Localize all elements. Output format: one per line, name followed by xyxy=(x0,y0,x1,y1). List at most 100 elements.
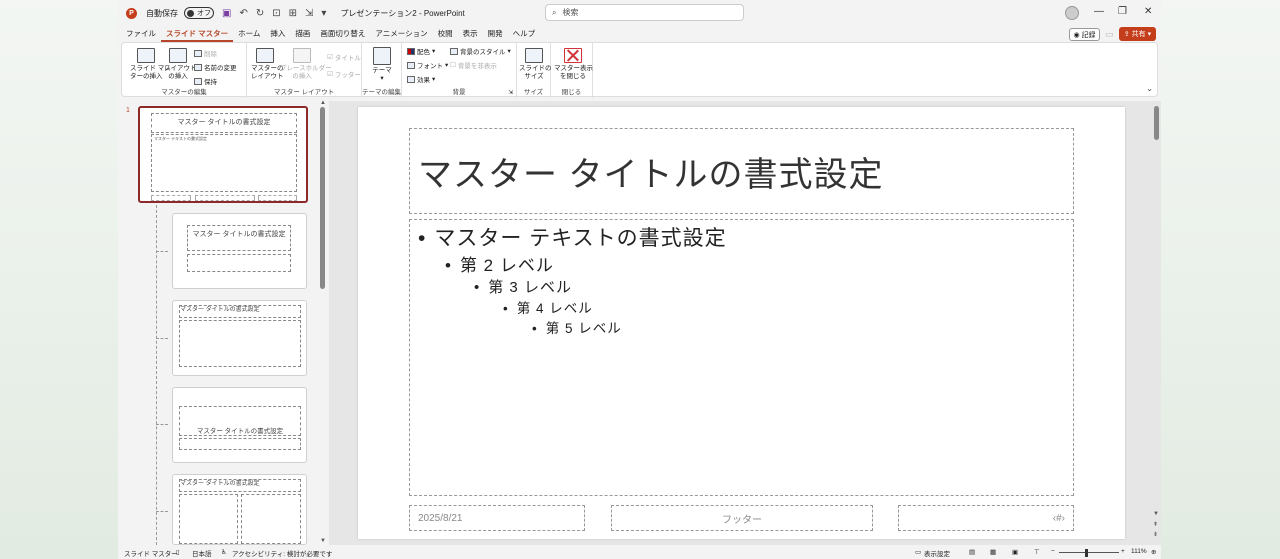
ribbon-collapse-icon[interactable]: ⌄ xyxy=(1146,84,1153,93)
record-button[interactable]: ◉ 記録 xyxy=(1069,28,1100,41)
editor-scrollbar[interactable]: ▼ ⇞ ⇟ xyxy=(1152,101,1161,545)
tab-4[interactable]: 描画 xyxy=(290,26,315,42)
fonts-button[interactable]: フォント ▾ xyxy=(407,60,448,70)
zoom-slider[interactable] xyxy=(1059,552,1119,553)
rename-button[interactable]: 名前の変更 xyxy=(194,62,237,72)
zoom-level[interactable]: 111% xyxy=(1131,548,1147,555)
group-label-master-layout: マスター レイアウト xyxy=(273,89,335,96)
body-placeholder[interactable]: • マスター テキストの書式設定 • 第 2 レベル • 第 3 レベル • 第 4 レ… xyxy=(409,219,1074,496)
thumbnail-slide-master[interactable]: マスター タイトルの書式設定 マスター テキストの書式設定 xyxy=(138,106,308,203)
save-icon[interactable]: ▣ xyxy=(222,8,231,19)
thumbnail-scrollbar[interactable]: ▲ ▼ xyxy=(319,100,326,545)
zoom-in-icon[interactable]: + xyxy=(1121,548,1125,555)
checkbox-icon: ☑ xyxy=(327,71,333,78)
slide-number-placeholder[interactable]: ‹#› xyxy=(898,505,1074,531)
thumbnail-layout-two-content[interactable]: マスター タイトルの書式設定 xyxy=(172,474,307,545)
themes-icon xyxy=(373,47,391,65)
title-placeholder[interactable]: マスター タイトルの書式設定 xyxy=(409,128,1074,214)
language-label[interactable]: 日本語 xyxy=(192,548,212,558)
present-icon[interactable]: ⊡ xyxy=(272,8,280,19)
tab-9[interactable]: 開発 xyxy=(483,26,508,42)
bullet-icon: • xyxy=(532,321,538,336)
zoom-out-icon[interactable]: − xyxy=(1051,548,1055,555)
scroll-down-icon[interactable]: ▼ xyxy=(320,538,326,544)
tab-2[interactable]: ホーム xyxy=(233,26,265,42)
tree-branch xyxy=(156,338,168,339)
view-mode-label: スライド マスター xyxy=(124,551,178,558)
account-avatar[interactable] xyxy=(1065,6,1079,20)
next-slide-icon[interactable]: ⇟ xyxy=(1153,531,1158,538)
display-settings-icon[interactable]: ▭ xyxy=(915,548,921,556)
thumb-footer xyxy=(151,195,191,201)
bg-styles-label: 背景のスタイル xyxy=(460,49,506,56)
format-painter-icon[interactable]: ⇲ xyxy=(305,8,313,19)
autosave-toggle[interactable]: オフ xyxy=(184,7,214,19)
previous-slide-icon[interactable]: ⇞ xyxy=(1153,521,1158,528)
tab-0[interactable]: ファイル xyxy=(121,26,161,42)
footer-checkbox[interactable]: ☑ フッター xyxy=(327,69,361,79)
scroll-down-icon[interactable]: ▼ xyxy=(1153,511,1159,517)
slide-size-icon xyxy=(525,48,543,63)
bullet-icon: • xyxy=(445,256,452,275)
chevron-down-icon: ▾ xyxy=(380,75,384,82)
preserve-button[interactable]: 保持 xyxy=(194,76,217,86)
fit-slide-icon[interactable]: ⊕ xyxy=(1151,548,1156,556)
insert-slide-master-button[interactable]: スライド マス ターの挿入 xyxy=(130,48,171,81)
colors-button[interactable]: 配色 ▾ xyxy=(407,46,435,56)
master-layout-button[interactable]: マスターの レイアウト xyxy=(251,48,284,81)
accessibility-label[interactable]: アクセシビリティ: 検討が必要です xyxy=(232,548,332,558)
tab-3[interactable]: 挿入 xyxy=(265,26,290,42)
close-master-view-button[interactable]: マスター表示 を閉じる xyxy=(554,48,593,81)
scroll-up-icon[interactable]: ▲ xyxy=(320,100,326,106)
title-check-label: タイトル xyxy=(334,55,361,62)
accessibility-icon[interactable]: ♿ xyxy=(221,548,227,556)
effects-button[interactable]: 効果 ▾ xyxy=(407,74,435,84)
thumbnail-layout-section[interactable]: マスター タイトルの書式設定 xyxy=(172,387,307,463)
date-placeholder[interactable]: 2025/8/21 xyxy=(409,505,585,531)
background-styles-button[interactable]: 背景のスタイル ▾ xyxy=(450,46,511,56)
title-checkbox[interactable]: ☑ タイトル xyxy=(327,52,361,62)
tab-8[interactable]: 表示 xyxy=(458,26,483,42)
slide-number: 1 xyxy=(126,107,130,114)
powerpoint-window: P 自動保存 オフ ▣ ↶ ↻ ⊡ ⊞ ⇲ ▾ プレゼンテーション2 - Pow… xyxy=(118,0,1161,559)
slide-sorter-icon[interactable]: ▦ xyxy=(990,548,996,556)
customize-qat-icon[interactable]: ▾ xyxy=(321,8,326,19)
footer-placeholder[interactable]: フッター xyxy=(611,505,873,531)
hide-background-checkbox[interactable]: ☐ 背景を非表示 xyxy=(450,60,497,70)
bullet-icon: • xyxy=(418,227,427,250)
insert-layout-button[interactable]: レイアウト の挿入 xyxy=(164,48,197,81)
undo-icon[interactable]: ↶ xyxy=(239,8,247,19)
thumb-footer xyxy=(258,195,297,201)
normal-view-icon[interactable]: ▤ xyxy=(969,548,975,556)
delete-icon xyxy=(194,49,202,57)
delete-button[interactable]: 削除 xyxy=(194,48,217,58)
share-button[interactable]: ⇪ 共有 ▾ xyxy=(1119,27,1156,41)
comments-icon[interactable]: ▭ xyxy=(1105,29,1114,40)
search-box[interactable]: ⌕ 検索 xyxy=(545,4,744,21)
slide-size-button[interactable]: スライドの サイズ xyxy=(519,48,552,81)
tab-5[interactable]: 画面切り替え xyxy=(315,26,370,42)
scroll-thumb[interactable] xyxy=(1154,106,1159,140)
display-settings-label[interactable]: 表示設定 xyxy=(924,548,950,558)
tab-7[interactable]: 校閲 xyxy=(433,26,458,42)
redo-icon[interactable]: ↻ xyxy=(256,8,264,19)
restore-icon[interactable]: ❐ xyxy=(1118,6,1127,17)
document-title: プレゼンテーション2 - PowerPoint xyxy=(340,8,465,18)
scroll-thumb[interactable] xyxy=(320,107,325,289)
tab-1[interactable]: スライド マスター xyxy=(161,26,234,42)
layout-icon[interactable]: ⊞ xyxy=(289,8,297,19)
group-edit-theme: テーマ ▾ テーマの編集 xyxy=(362,43,402,98)
insert-placeholder-button[interactable]: プレースホルダー の挿入 xyxy=(280,48,332,81)
themes-button[interactable]: テーマ ▾ xyxy=(367,47,397,83)
tab-10[interactable]: ヘルプ xyxy=(508,26,541,42)
autosave-label: 自動保存 xyxy=(146,8,178,18)
minimize-icon[interactable]: — xyxy=(1094,6,1104,17)
reading-view-icon[interactable]: ▣ xyxy=(1012,548,1018,556)
thumbnail-layout-title[interactable]: マスター タイトルの書式設定 xyxy=(172,213,307,289)
close-window-icon[interactable]: ✕ xyxy=(1144,6,1152,17)
notes-icon[interactable]: ▯ xyxy=(176,548,180,556)
slideshow-icon[interactable]: ⊤ xyxy=(1034,548,1040,556)
zoom-slider-thumb[interactable] xyxy=(1085,549,1088,557)
thumbnail-layout-content[interactable]: マスター タイトルの書式設定 xyxy=(172,300,307,376)
tab-6[interactable]: アニメーション xyxy=(370,26,432,42)
